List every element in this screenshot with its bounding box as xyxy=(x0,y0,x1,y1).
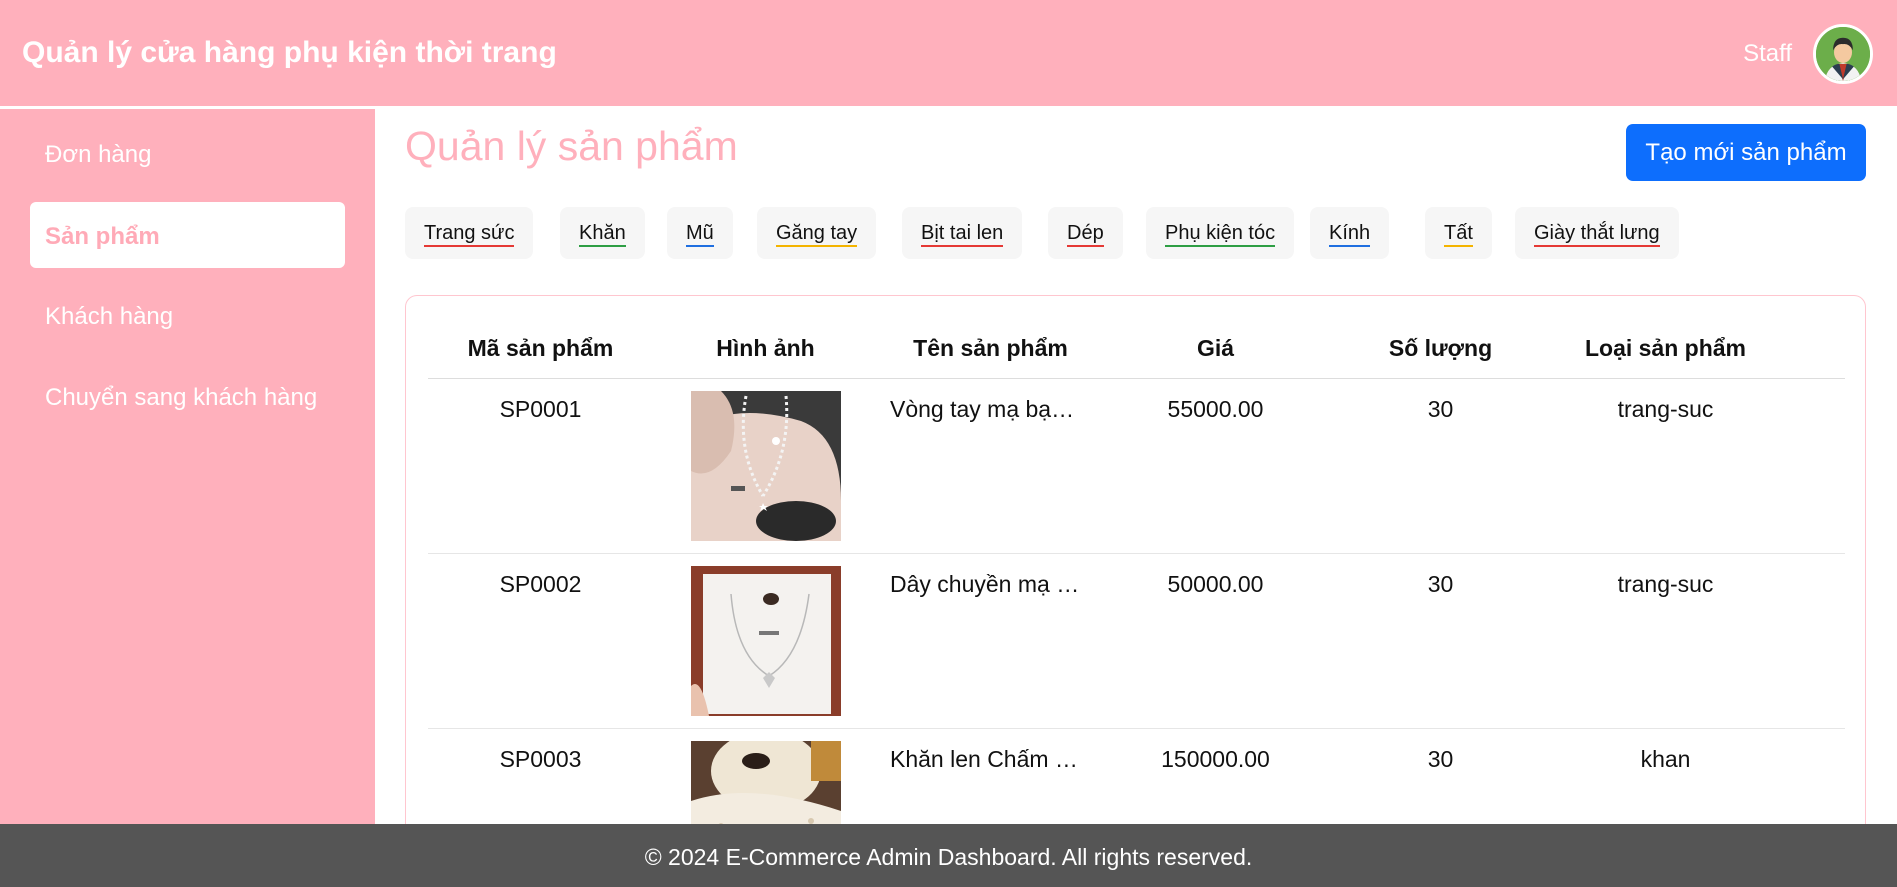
category-chip-label: Tất xyxy=(1444,222,1473,247)
category-chip-trang-suc[interactable]: Trang sức xyxy=(405,207,534,259)
page-footer: © 2024 E-Commerce Admin Dashboard. All r… xyxy=(0,824,1897,887)
sidebar-item-products[interactable]: Sản phẩm xyxy=(30,202,345,268)
products-table-scroll[interactable]: Mã sản phẩm Hình ảnh Tên sản phẩm Giá Số… xyxy=(428,296,1845,824)
product-extra: 2 xyxy=(1778,378,1845,554)
sidebar: Đơn hàng Sản phẩm Khách hàng Chuyển sang… xyxy=(0,109,375,824)
category-chip-label: Trang sức xyxy=(424,222,515,247)
category-chip-giay-that-lung[interactable]: Giày thắt lưng xyxy=(1515,207,1679,259)
category-chip-label: Găng tay xyxy=(776,222,858,247)
product-image-cell xyxy=(653,728,878,824)
product-price: 150000.00 xyxy=(1103,728,1328,824)
product-code: SP0003 xyxy=(428,728,653,824)
product-type: trang-suc xyxy=(1553,378,1778,554)
bracelet-image xyxy=(690,390,841,541)
product-quantity: 30 xyxy=(1328,378,1553,554)
category-chip-bit-tai-len[interactable]: Bịt tai len xyxy=(902,207,1023,259)
category-chip-label: Mũ xyxy=(686,222,714,247)
product-code: SP0002 xyxy=(428,553,653,729)
category-chip-label: Dép xyxy=(1067,222,1104,247)
category-chip-gang-tay[interactable]: Găng tay xyxy=(757,207,877,259)
column-header-image: Hình ảnh xyxy=(653,296,878,379)
page-title: Quản lý sản phẩm xyxy=(405,123,738,169)
category-chip-dep[interactable]: Dép xyxy=(1048,207,1123,259)
table-row[interactable]: SP0003 Khăn len Chấm … 150000.00 30 khan xyxy=(428,728,1845,824)
user-role-label: Staff xyxy=(1743,40,1792,67)
product-price: 50000.00 xyxy=(1103,553,1328,729)
top-header: Quản lý cửa hàng phụ kiện thời trang Sta… xyxy=(0,0,1897,106)
main-content: Quản lý sản phẩm Tạo mới sản phẩm Trang … xyxy=(375,109,1897,824)
sidebar-item-orders[interactable]: Đơn hàng xyxy=(30,120,345,186)
app-title: Quản lý cửa hàng phụ kiện thời trang xyxy=(22,36,557,69)
product-image-cell xyxy=(653,378,878,554)
product-extra: 2 xyxy=(1778,553,1845,729)
product-price: 55000.00 xyxy=(1103,378,1328,554)
column-header-extra: Th xyxy=(1778,296,1845,379)
product-extra: 2 xyxy=(1778,728,1845,824)
product-image-cell xyxy=(653,553,878,729)
sidebar-item-customers[interactable]: Khách hàng xyxy=(30,282,345,348)
product-quantity: 30 xyxy=(1328,728,1553,824)
category-chip-mu[interactable]: Mũ xyxy=(667,207,733,259)
column-header-name: Tên sản phẩm xyxy=(878,296,1103,379)
category-chip-khan[interactable]: Khăn xyxy=(560,207,645,259)
scarf-image xyxy=(690,740,841,824)
category-chip-phu-kien-toc[interactable]: Phụ kiện tóc xyxy=(1146,207,1295,259)
category-chip-label: Bịt tai len xyxy=(921,222,1004,247)
user-avatar[interactable] xyxy=(1813,24,1873,84)
create-product-button[interactable]: Tạo mới sản phẩm xyxy=(1626,124,1866,181)
necklace-photo xyxy=(690,565,841,716)
product-name: Dây chuyền mạ … xyxy=(878,553,1103,729)
product-name: Vòng tay mạ bạ… xyxy=(878,378,1103,554)
products-table: Mã sản phẩm Hình ảnh Tên sản phẩm Giá Số… xyxy=(428,296,1845,824)
table-row[interactable]: SP0002 Dây chuyền mạ … 50000.00 30 trang… xyxy=(428,553,1845,729)
category-chip-tat[interactable]: Tất xyxy=(1425,207,1492,259)
product-name: Khăn len Chấm … xyxy=(878,728,1103,824)
column-header-quantity: Số lượng xyxy=(1328,296,1553,379)
column-header-price: Giá xyxy=(1103,296,1328,379)
column-header-code: Mã sản phẩm xyxy=(428,296,653,379)
product-code: SP0001 xyxy=(428,378,653,554)
column-header-type: Loại sản phẩm xyxy=(1553,296,1778,379)
table-row[interactable]: SP0001 Vòng tay mạ bạ… 55000.00 30 trang… xyxy=(428,378,1845,554)
necklace-image xyxy=(690,565,841,716)
scarf-photo xyxy=(690,740,841,824)
category-chip-label: Kính xyxy=(1329,222,1371,247)
category-chip-kinh[interactable]: Kính xyxy=(1310,207,1390,259)
products-table-card: Mã sản phẩm Hình ảnh Tên sản phẩm Giá Số… xyxy=(405,295,1866,824)
bracelet-photo xyxy=(690,390,841,541)
avatar-person-icon xyxy=(1816,27,1870,81)
table-header-row: Mã sản phẩm Hình ảnh Tên sản phẩm Giá Số… xyxy=(428,296,1845,379)
product-type: trang-suc xyxy=(1553,553,1778,729)
category-chip-label: Khăn xyxy=(579,222,626,247)
product-type: khan xyxy=(1553,728,1778,824)
product-quantity: 30 xyxy=(1328,553,1553,729)
sidebar-item-switch-to-customer[interactable]: Chuyển sang khách hàng xyxy=(30,363,345,429)
category-chip-label: Giày thắt lưng xyxy=(1534,222,1660,247)
category-chip-label: Phụ kiện tóc xyxy=(1165,222,1276,247)
